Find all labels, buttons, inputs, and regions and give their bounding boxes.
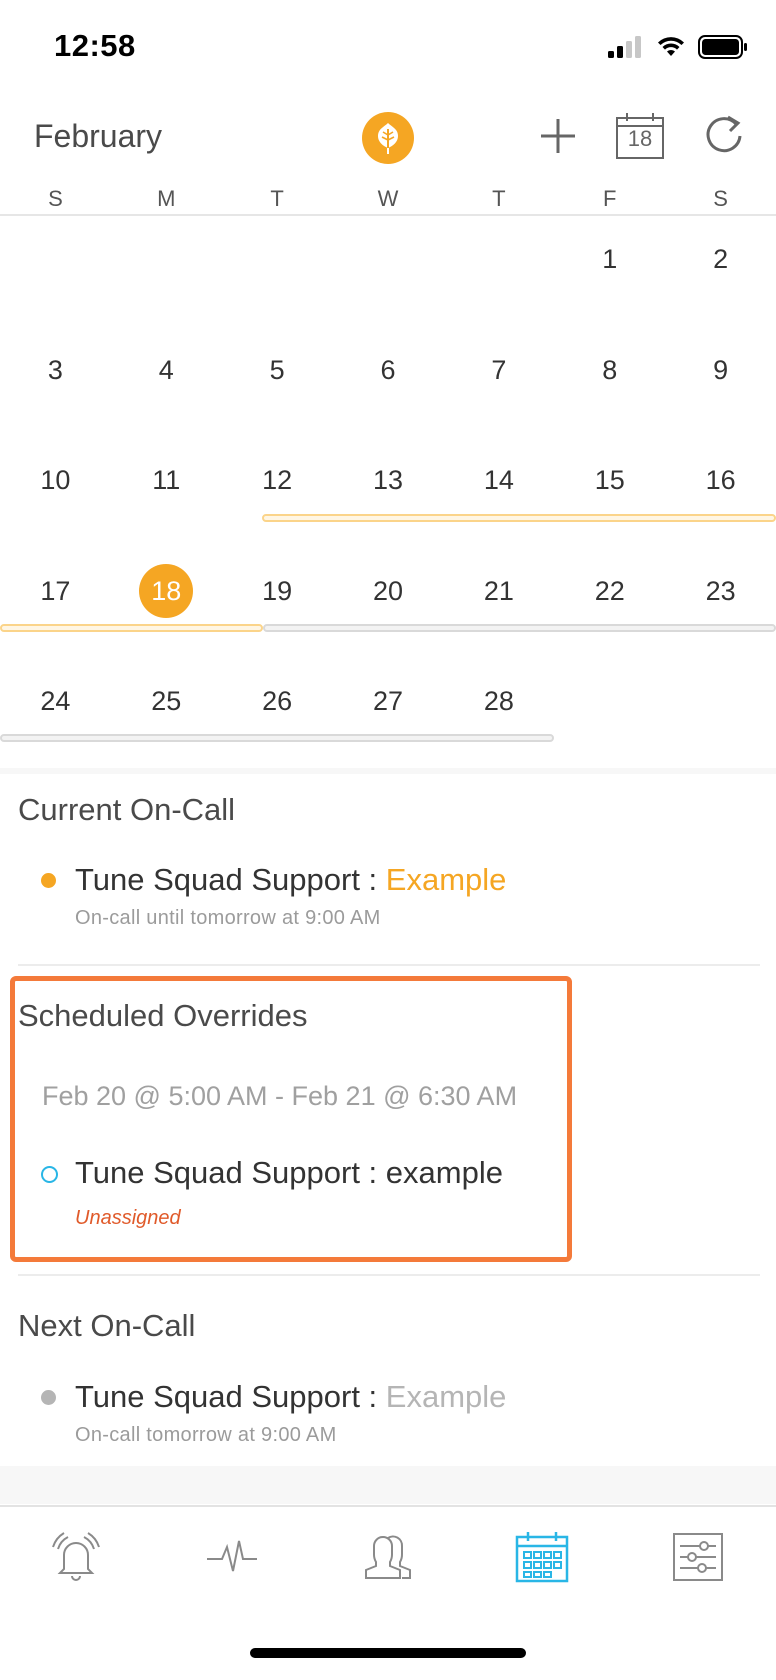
calendar-week-2: 3 4 5 6 7 8 9 [0,329,776,440]
calendar-day[interactable]: 14 [443,439,554,550]
current-oncall-schedule: Tune Squad Support : [75,862,386,897]
calendar-day-empty [0,218,111,329]
next-oncall-title: Next On-Call [18,1308,196,1343]
calendar-week-3: 10 11 12 13 14 15 16 [0,439,776,550]
calendar-day-today[interactable]: 18 [111,550,222,661]
alerts-bell-icon [52,1532,100,1581]
weekday-label: S [48,186,63,211]
current-oncall-subtitle: On-call until tomorrow at 9:00 AM [75,907,381,929]
calendar-day[interactable]: 24 [0,660,111,771]
weekday-header: S M T W T F S [0,186,776,216]
next-shift-bar [263,624,776,632]
next-oncall-schedule: Tune Squad Support : [75,1379,386,1414]
next-oncall-person[interactable]: Example [386,1379,507,1414]
today-button[interactable]: 18 [612,108,668,164]
oncall-shift-bar [262,514,776,522]
calendar-day[interactable]: 4 [111,329,222,440]
calendar-day-empty [554,660,665,771]
next-oncall-subtitle: On-call tomorrow at 9:00 AM [75,1424,337,1446]
oncall-shift-bar [0,624,263,632]
cellular-signal-icon [608,36,641,58]
next-oncall-entry[interactable]: Tune Squad Support : Example [75,1379,506,1415]
battery-icon [698,35,747,59]
tab-settings[interactable] [668,1529,728,1585]
calendar-week-5: 24 25 26 27 28 [0,660,776,771]
calendar-week-4: 17 18 19 20 21 22 23 [0,550,776,661]
settings-sliders-icon [673,1533,723,1581]
current-oncall-person[interactable]: Example [386,862,507,897]
calendar-day[interactable]: 28 [443,660,554,771]
tab-alerts[interactable] [46,1529,106,1585]
weekday-label: W [377,186,399,211]
people-icon [365,1535,411,1579]
weekday-label: T [270,186,284,211]
calendar-day[interactable]: 3 [0,329,111,440]
section-separator [18,1274,760,1276]
calendar-day[interactable]: 22 [554,550,665,661]
content-bottom-band [0,1466,776,1504]
calendar-week-1: 1 2 [0,218,776,329]
add-button[interactable] [530,108,586,164]
calendar-day[interactable]: 10 [0,439,111,550]
calendar-day-empty [333,218,444,329]
tab-activity[interactable] [202,1529,262,1585]
calendar-day-empty [111,218,222,329]
calendar-day[interactable]: 11 [111,439,222,550]
calendar-day[interactable]: 2 [665,218,776,329]
section-divider [0,768,776,774]
month-title: February [34,118,163,154]
oncall-status-dot [41,873,56,888]
calendar-day[interactable]: 13 [333,439,444,550]
weekday-label: F [603,186,617,211]
weekday-label: S [713,186,728,211]
status-time: 12:58 [54,28,136,63]
calendar-day[interactable]: 23 [665,550,776,661]
calendar-day-empty [443,218,554,329]
calendar-day[interactable]: 19 [222,550,333,661]
calendar-day[interactable]: 12 [222,439,333,550]
refresh-icon [706,115,742,153]
section-separator [18,964,760,966]
calendar-day-empty [665,660,776,771]
plus-icon [541,119,575,153]
calendar-day[interactable]: 27 [333,660,444,771]
status-icons [608,34,748,60]
current-oncall-entry[interactable]: Tune Squad Support : Example [75,862,506,898]
calendar-day[interactable]: 6 [333,329,444,440]
current-oncall-title: Current On-Call [18,792,236,827]
calendar-day[interactable]: 7 [443,329,554,440]
calendar-day[interactable]: 25 [111,660,222,771]
wifi-icon [658,37,684,56]
next-shift-bar [0,734,554,742]
calendar-day[interactable]: 9 [665,329,776,440]
calendar-day-empty [222,218,333,329]
today-button-day: 18 [627,126,653,151]
pulse-icon [207,1540,257,1572]
tab-people[interactable] [358,1529,418,1585]
calendar-icon [515,1532,569,1583]
highlight-box [10,976,572,1262]
calendar-grid: 1 2 3 4 5 6 7 8 9 10 11 12 13 14 15 16 1… [0,218,776,771]
calendar-day[interactable]: 21 [443,550,554,661]
next-oncall-status-dot [41,1390,56,1405]
weekday-label: M [157,186,176,211]
calendar-day[interactable]: 17 [0,550,111,661]
tab-schedule[interactable] [512,1529,572,1585]
calendar-day[interactable]: 15 [554,439,665,550]
calendar-day[interactable]: 1 [554,218,665,329]
brand-leaf-icon[interactable] [362,112,414,164]
calendar-day[interactable]: 16 [665,439,776,550]
calendar-day[interactable]: 20 [333,550,444,661]
weekday-label: T [492,186,506,211]
home-indicator[interactable] [250,1648,526,1658]
refresh-button[interactable] [696,108,752,164]
calendar-day[interactable]: 8 [554,329,665,440]
calendar-day[interactable]: 5 [222,329,333,440]
calendar-day[interactable]: 26 [222,660,333,771]
